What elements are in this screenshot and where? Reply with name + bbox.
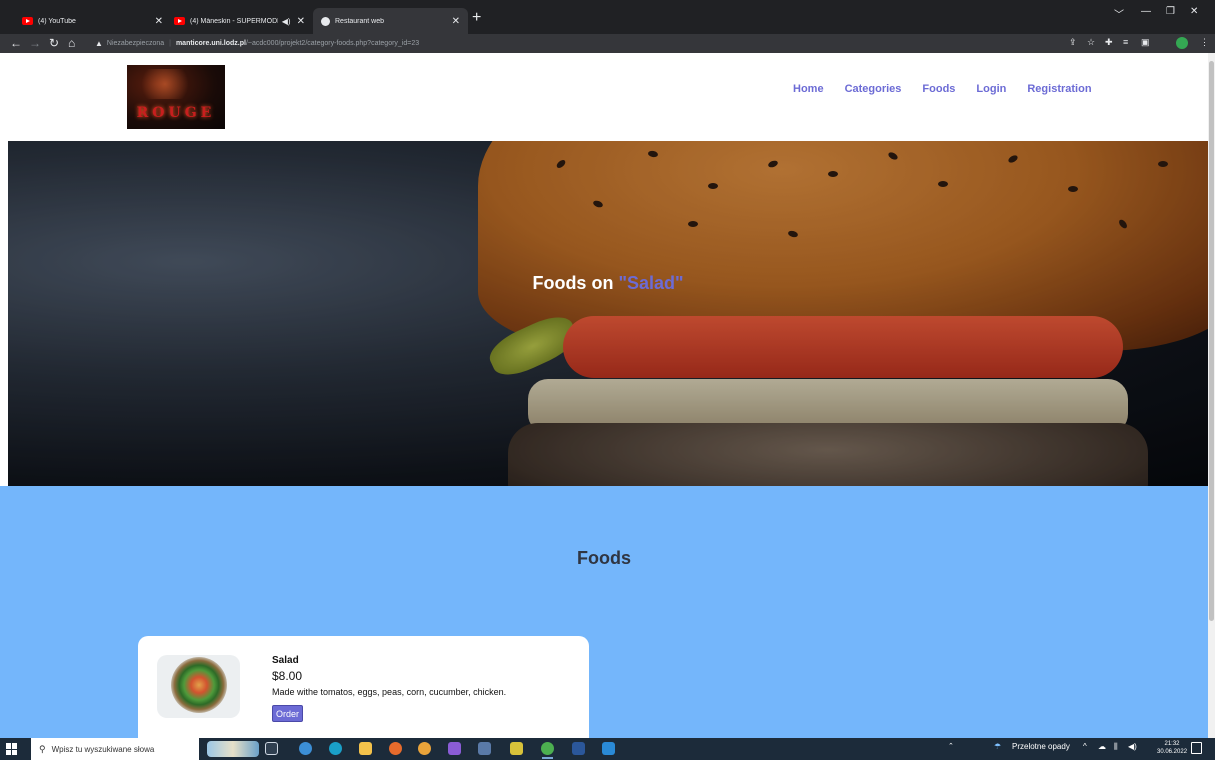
visual-studio-icon[interactable] [448, 742, 461, 755]
hero-title: Foods on "Salad" [8, 273, 1208, 294]
weather-text[interactable]: Przelotne opady [1012, 742, 1070, 751]
food-description: Made withe tomatos, eggs, peas, corn, cu… [272, 687, 507, 697]
chevron-down-icon[interactable]: ﹀ [1114, 6, 1124, 21]
reading-list-icon[interactable]: ≡ [1123, 37, 1128, 47]
profile-icon[interactable] [1176, 37, 1188, 49]
close-icon[interactable]: ✕ [297, 16, 305, 27]
hero-overlay [8, 141, 1208, 486]
food-card: Salad $8.00 Made withe tomatos, eggs, pe… [138, 636, 589, 738]
salad-bowl-image [171, 657, 227, 713]
vscode-icon[interactable] [602, 742, 615, 755]
extensions-icon[interactable]: ✚ [1105, 37, 1113, 48]
windows-start-icon[interactable] [6, 743, 18, 755]
network-icon[interactable]: ⫼ [1114, 742, 1118, 752]
tab-maneskin[interactable]: (4) Måneskin - SUPERMODE ◀) ✕ [166, 8, 313, 34]
url-path: /~acdc000/projekt2/category-foods.php?ca… [245, 40, 420, 47]
tray-chevron-icon[interactable]: ^ [1083, 742, 1087, 751]
foods-section: Foods Salad $8.00 Made withe tomatos, eg… [0, 486, 1208, 738]
windows-taskbar: ⚲ Wpisz tu wyszukiwane słowa ⌃ ☂ Przelot… [0, 738, 1215, 760]
edge-icon[interactable] [329, 742, 342, 755]
network-app-icon[interactable] [478, 742, 491, 755]
browser-tab-strip: (4) YouTube ✕ (4) Måneskin - SUPERMODE ◀… [0, 0, 1215, 34]
notification-icon[interactable] [1191, 742, 1202, 754]
paint-icon[interactable] [510, 742, 523, 755]
main-menu: Home Categories Foods Login Registration [793, 83, 1113, 95]
sidebar-icon[interactable]: ▣ [1141, 37, 1150, 48]
nav-login[interactable]: Login [976, 83, 1006, 95]
logo-text: ROUGE [136, 105, 216, 121]
nav-registration[interactable]: Registration [1027, 83, 1091, 95]
youtube-icon [22, 17, 33, 25]
tab-restaurant-web[interactable]: Restaurant web ✕ [313, 8, 468, 34]
chrome-icon[interactable] [541, 742, 554, 759]
browser-toolbar: ← → ↻ ⌂ ▲ Niezabezpieczona | manticore.u… [0, 34, 1215, 53]
order-button[interactable]: Order [272, 705, 304, 722]
food-image [157, 655, 240, 718]
hero-title-prefix: Foods on [532, 273, 619, 293]
minimize-button[interactable]: — [1141, 6, 1151, 17]
tab-title: (4) Måneskin - SUPERMODE [190, 17, 278, 25]
restore-button[interactable]: ❐ [1166, 6, 1175, 17]
scrollbar[interactable] [1208, 53, 1215, 738]
divider: | [169, 40, 171, 47]
firefox-icon[interactable] [389, 742, 402, 755]
food-name: Salad [272, 655, 299, 666]
edge-legacy-icon[interactable] [299, 742, 312, 755]
window-close-button[interactable]: ✕ [1190, 6, 1198, 17]
menu-icon[interactable]: ⋮ [1200, 37, 1209, 48]
security-label[interactable]: Niezabezpieczona [107, 40, 164, 47]
clock-time: 21:32 [1164, 741, 1180, 747]
logo-glow [135, 69, 195, 99]
close-icon[interactable]: ✕ [155, 16, 163, 27]
clock-date: 30.06.2022 [1157, 749, 1188, 755]
tab-title: Restaurant web [335, 17, 385, 25]
nav-home[interactable]: Home [793, 83, 824, 95]
back-icon[interactable]: ← [10, 36, 22, 50]
taskbar-search-input[interactable]: ⚲ Wpisz tu wyszukiwane słowa [31, 738, 259, 760]
task-view-icon[interactable] [265, 742, 278, 755]
tab-youtube[interactable]: (4) YouTube ✕ [14, 8, 171, 34]
word-icon[interactable] [572, 742, 585, 755]
file-explorer-icon[interactable] [359, 742, 372, 755]
cloud-icon[interactable]: ☁ [1098, 742, 1106, 751]
chevron-up-icon[interactable]: ⌃ [948, 742, 954, 750]
globe-icon [321, 16, 330, 26]
search-highlight-image[interactable] [207, 741, 259, 757]
nav-foods[interactable]: Foods [922, 83, 955, 95]
section-title: Foods [577, 548, 631, 568]
search-placeholder: Wpisz tu wyszukiwane słowa [51, 744, 155, 754]
hero-category: "Salad" [618, 273, 684, 293]
weather-icon[interactable]: ☂ [994, 742, 1001, 751]
tab-title: (4) YouTube [38, 17, 76, 25]
new-tab-button[interactable]: + [472, 10, 481, 26]
forward-icon[interactable]: → [29, 36, 41, 50]
scrollbar-thumb[interactable] [1209, 61, 1214, 621]
volume-icon[interactable]: ◀) [1128, 742, 1137, 751]
hero-banner: Foods on "Salad" [8, 141, 1208, 486]
reload-icon[interactable]: ↻ [49, 36, 59, 50]
close-icon[interactable]: ✕ [452, 16, 460, 27]
share-icon[interactable]: ⇪ [1069, 37, 1077, 48]
url-host: manticore.uni.lodz.pl [175, 40, 246, 47]
food-price: $8.00 [272, 669, 303, 683]
warning-icon[interactable]: ▲ [95, 39, 103, 48]
search-icon: ⚲ [39, 743, 46, 754]
address-bar[interactable]: ▲ Niezabezpieczona | manticore.uni.lodz.… [95, 36, 1060, 51]
home-icon[interactable]: ⌂ [68, 36, 75, 50]
youtube-icon [174, 17, 185, 25]
speaker-icon[interactable]: ◀) [282, 17, 291, 26]
web-page: ROUGE Home Categories Foods Login Regist… [0, 53, 1208, 738]
logo[interactable]: ROUGE [127, 65, 225, 129]
star-icon[interactable]: ☆ [1087, 37, 1095, 48]
clock[interactable]: 21:32 30.06.2022 [1157, 740, 1187, 756]
nav-categories[interactable]: Categories [845, 83, 902, 95]
chrome-canary-icon[interactable] [418, 742, 431, 755]
